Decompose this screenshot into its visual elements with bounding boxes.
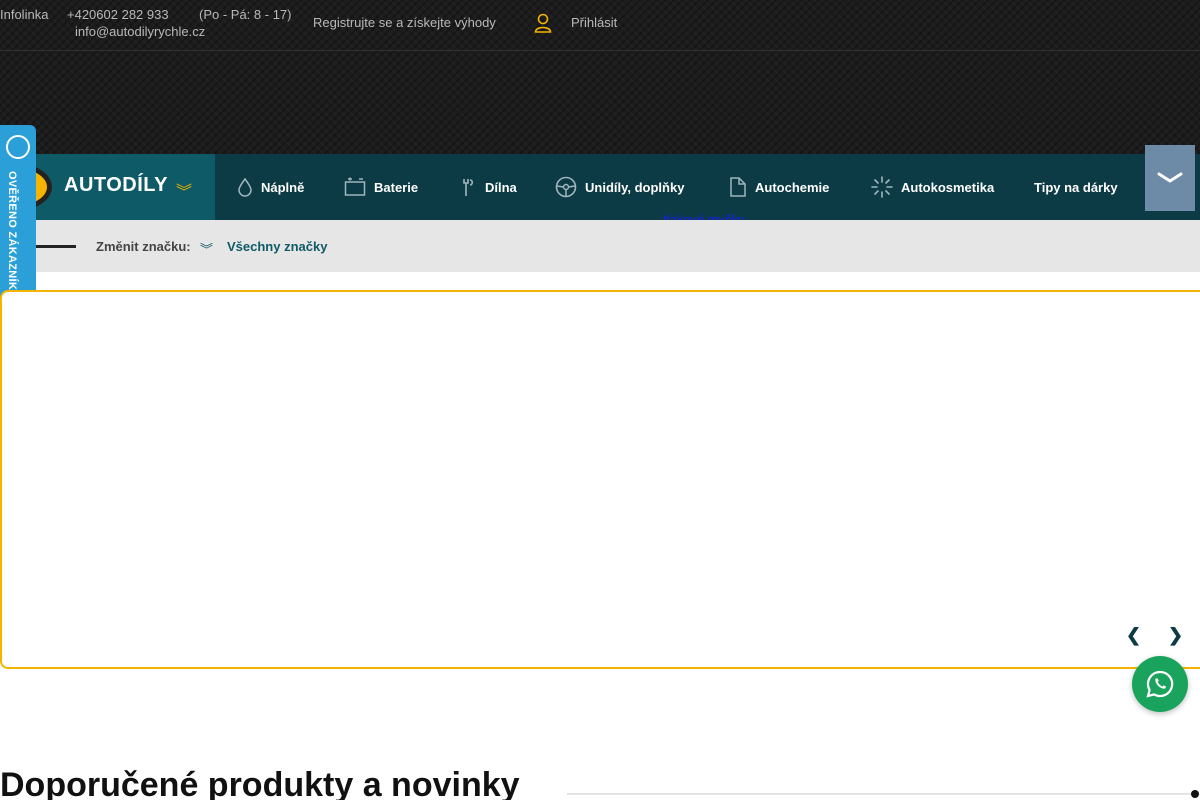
verified-badge-label: OVĚŘENO ZÁKAZNÍKY [6,171,18,298]
nav-item-label: Unidíly, doplňky [585,179,685,195]
nav-item-baterie[interactable]: Baterie [344,154,418,220]
nav-item-label: Baterie [374,179,419,195]
nav-more-button[interactable] [1145,145,1195,211]
whatsapp-chat-button[interactable] [1132,656,1188,712]
nav-item-label: Autokosmetika [901,179,995,195]
whatsapp-icon [1146,670,1174,698]
banner-next-button[interactable]: ❯ [1168,625,1183,646]
hero-banner [0,290,1200,669]
chevron-down-icon[interactable]: ︾ [200,239,213,258]
nav-item-tipy-na-darky[interactable]: Tipy na dárky [1034,154,1118,220]
nav-item-autochemie[interactable]: Autochemie [729,154,829,220]
section-divider [567,793,1192,795]
site-header: Infolinka +420602 282 933 (Po - Pá: 8 - … [0,0,1200,154]
phone-link[interactable]: +420602 282 933 [67,7,169,22]
main-nav: AUTODÍLY ︾ Náplně Baterie Dílna Unidíly,… [0,145,1200,220]
nav-item-label: Dílna [485,179,517,195]
page: Infolinka +420602 282 933 (Po - Pá: 8 - … [0,0,1200,800]
login-link[interactable]: Přihlásit [571,15,617,30]
chevron-down-icon: ︾ [176,184,193,201]
drop-icon [238,177,252,197]
section-title: Doporučené produkty a novinky [0,766,520,800]
nav-item-label: Autochemie [755,179,830,195]
verified-badge[interactable]: OVĚŘENO ZÁKAZNÍKY [0,125,36,313]
brand-menu-label: AUTODÍLY [64,174,169,196]
battery-icon [344,177,366,196]
user-icon[interactable] [534,13,552,33]
nav-item-unidily[interactable]: Unidíly, doplňky [555,154,684,220]
brand-filter-select[interactable]: Všechny značky [227,239,327,254]
section-divider-dot [1191,790,1199,798]
nav-item-label: Náplně [261,179,305,195]
top-bar: Infolinka +420602 282 933 (Po - Pá: 8 - … [0,0,1200,51]
opening-hours: (Po - Pá: 8 - 17) [199,7,292,22]
banner-prev-button[interactable]: ❮ [1126,625,1141,646]
wrench-icon [463,179,474,196]
divider [30,245,76,248]
document-icon [730,177,746,197]
nav-item-dilna[interactable]: Dílna [459,154,517,220]
steering-wheel-icon [555,176,577,198]
register-link[interactable]: Registrujte se a získejte výhody [313,15,496,30]
verified-seal-icon [6,135,30,159]
brand-filter-label: Změnit značku: [96,239,191,254]
nav-item-naplne[interactable]: Náplně [237,154,304,220]
email-link[interactable]: info@autodilyrychle.cz [75,24,205,39]
nav-item-autokosmetika[interactable]: Autokosmetika [871,154,994,220]
nav-item-label: Tipy na dárky [1034,179,1118,195]
brand-filter-bar: Změnit značku: ︾ Všechny značky [0,220,1200,272]
chevron-down-icon [1157,172,1183,183]
sparkle-icon [871,176,893,198]
infolinka-label: Infolinka [0,7,49,22]
